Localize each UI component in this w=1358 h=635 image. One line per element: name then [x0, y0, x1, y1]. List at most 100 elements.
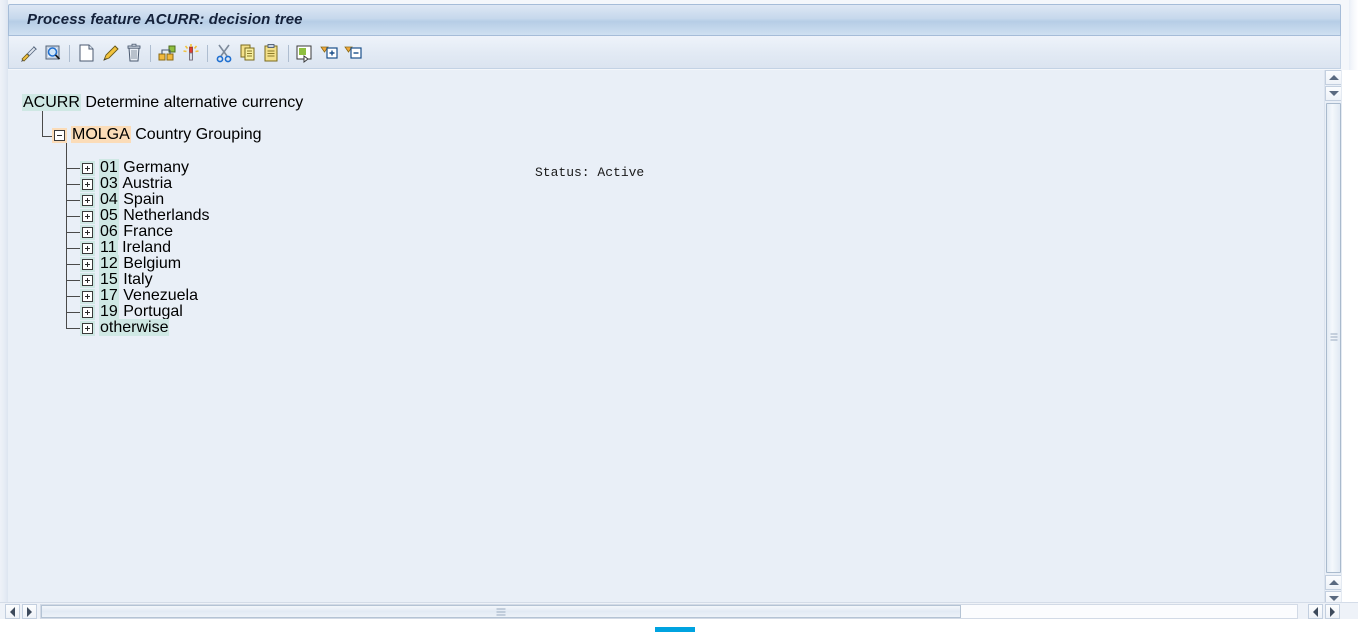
window-status-strip — [0, 619, 1358, 635]
child-label: Belgium — [123, 255, 182, 272]
copy-clipboard-icon[interactable] — [236, 41, 260, 65]
horizontal-scroll-thumb[interactable] — [41, 605, 961, 618]
child-label: Italy — [123, 271, 153, 288]
child-code: 03 — [99, 175, 119, 192]
tree-child-row[interactable]: 05 Netherlands — [99, 207, 210, 224]
window-vertical-scrollbar[interactable] — [1341, 70, 1358, 606]
tree-child-row[interactable]: 19 Portugal — [99, 303, 183, 320]
child-label: Germany — [123, 159, 190, 176]
delete-trashcan-icon[interactable] — [122, 41, 146, 65]
hscroll-left-group — [5, 604, 37, 619]
structure-copy-icon[interactable] — [155, 41, 179, 65]
hscroll-right-button[interactable] — [22, 604, 37, 619]
scroll-grip-icon — [496, 608, 506, 615]
child-code: otherwise — [99, 319, 170, 336]
child-label: France — [123, 223, 174, 240]
display-magnifier-icon[interactable] — [41, 41, 65, 65]
node-19-expand-plus-icon[interactable] — [80, 305, 95, 320]
chevron-up-icon — [1328, 580, 1339, 585]
vertical-scroll-thumb[interactable] — [1326, 103, 1341, 573]
tree-connector-horizontal — [42, 136, 52, 137]
child-code: 01 — [99, 159, 119, 176]
tree-child-row[interactable]: 06 France — [99, 223, 174, 240]
content-vertical-scrollbar[interactable] — [1324, 70, 1342, 606]
hscroll-right-button-right[interactable] — [1325, 604, 1340, 619]
node-05-expand-plus-icon[interactable] — [80, 209, 95, 224]
page-title: Process feature ACURR: decision tree — [27, 11, 303, 28]
tree-field-row[interactable]: MOLGA Country Grouping — [71, 126, 262, 143]
tree-child-row[interactable]: 01 Germany — [99, 159, 190, 176]
node-04-expand-plus-icon[interactable] — [80, 193, 95, 208]
tree-child-row[interactable]: 11 Ireland — [99, 239, 171, 256]
child-label: Austria — [122, 175, 173, 192]
root-code: ACURR — [22, 94, 81, 111]
scroll-up-button-bottom[interactable] — [1325, 575, 1342, 590]
molga-code: MOLGA — [71, 126, 131, 143]
child-label: Spain — [123, 191, 165, 208]
node-03-expand-plus-icon[interactable] — [80, 177, 95, 192]
scroll-down-button[interactable] — [1325, 86, 1342, 101]
child-code: 06 — [99, 223, 119, 240]
paste-clipboard-icon[interactable] — [260, 41, 284, 65]
chevron-right-icon — [1330, 606, 1335, 617]
node-15-expand-plus-icon[interactable] — [80, 273, 95, 288]
tree-child-row[interactable]: 03 Austria — [99, 175, 173, 192]
child-code: 17 — [99, 287, 119, 304]
chevron-right-icon — [27, 606, 32, 617]
molga-collapse-icon[interactable] — [52, 128, 67, 143]
child-code: 11 — [99, 239, 118, 256]
tree-connector-horizontal — [66, 328, 80, 329]
cut-scissors-icon[interactable] — [212, 41, 236, 65]
status-badge: Status: Active — [535, 165, 645, 180]
child-label: Portugal — [123, 303, 183, 320]
tree-child-row[interactable]: 15 Italy — [99, 271, 153, 288]
tree-connector-horizontal — [66, 248, 80, 249]
hscroll-left-button-right[interactable] — [1308, 604, 1323, 619]
horizontal-scroll-track[interactable] — [40, 604, 1298, 619]
scroll-grip-icon — [1330, 333, 1337, 343]
child-code: 05 — [99, 207, 119, 224]
expand-subtree-icon[interactable] — [317, 41, 341, 65]
toolbar-separator — [65, 44, 74, 62]
check-pencil-icon[interactable] — [17, 41, 41, 65]
tree-root-row[interactable]: ACURR Determine alternative currency — [22, 94, 304, 111]
chevron-down-icon — [1328, 596, 1339, 601]
window-left-edge — [0, 0, 8, 607]
child-code: 15 — [99, 271, 119, 288]
toolbar-button-group — [17, 36, 365, 69]
tree-child-row[interactable]: 04 Spain — [99, 191, 165, 208]
collapse-subtree-icon[interactable] — [341, 41, 365, 65]
child-label: Venezuela — [123, 287, 198, 304]
toolbar-separator — [203, 44, 212, 62]
scroll-up-button[interactable] — [1325, 70, 1342, 85]
tree-child-row[interactable]: otherwise — [99, 319, 170, 336]
application-toolbar: www.tutorialkart.com — [8, 36, 1341, 100]
tree-child-row[interactable]: 17 Venezuela — [99, 287, 198, 304]
tree-connector-horizontal — [66, 312, 80, 313]
node-otherwise-expand-plus-icon[interactable] — [80, 321, 95, 336]
status-progress-indicator — [655, 627, 695, 632]
hscroll-left-button[interactable] — [5, 604, 20, 619]
tree-connector-horizontal — [66, 296, 80, 297]
child-code: 19 — [99, 303, 119, 320]
node-11-expand-plus-icon[interactable] — [80, 241, 95, 256]
child-code: 12 — [99, 255, 119, 272]
sap-gui-window: Process feature ACURR: decision tree ACU… — [0, 0, 1358, 635]
tree-child-row[interactable]: 12 Belgium — [99, 255, 182, 272]
decision-tree-pane[interactable]: ACURR Determine alternative currency Sta… — [8, 70, 1324, 606]
toolbar-separator — [146, 44, 155, 62]
generate-wand-icon[interactable] — [179, 41, 203, 65]
node-12-expand-plus-icon[interactable] — [80, 257, 95, 272]
create-page-icon[interactable] — [74, 41, 98, 65]
node-06-expand-plus-icon[interactable] — [80, 225, 95, 240]
window-titlebar: Process feature ACURR: decision tree — [8, 4, 1341, 36]
molga-description: Country Grouping — [135, 126, 262, 143]
insert-node-icon[interactable] — [293, 41, 317, 65]
window-horizontal-scrollbar[interactable] — [0, 602, 1358, 619]
chevron-left-icon — [10, 606, 15, 617]
node-17-expand-plus-icon[interactable] — [80, 289, 95, 304]
child-label: Netherlands — [123, 207, 210, 224]
root-description: Determine alternative currency — [85, 94, 304, 111]
node-01-expand-plus-icon[interactable] — [80, 161, 95, 176]
change-pencil-icon[interactable] — [98, 41, 122, 65]
